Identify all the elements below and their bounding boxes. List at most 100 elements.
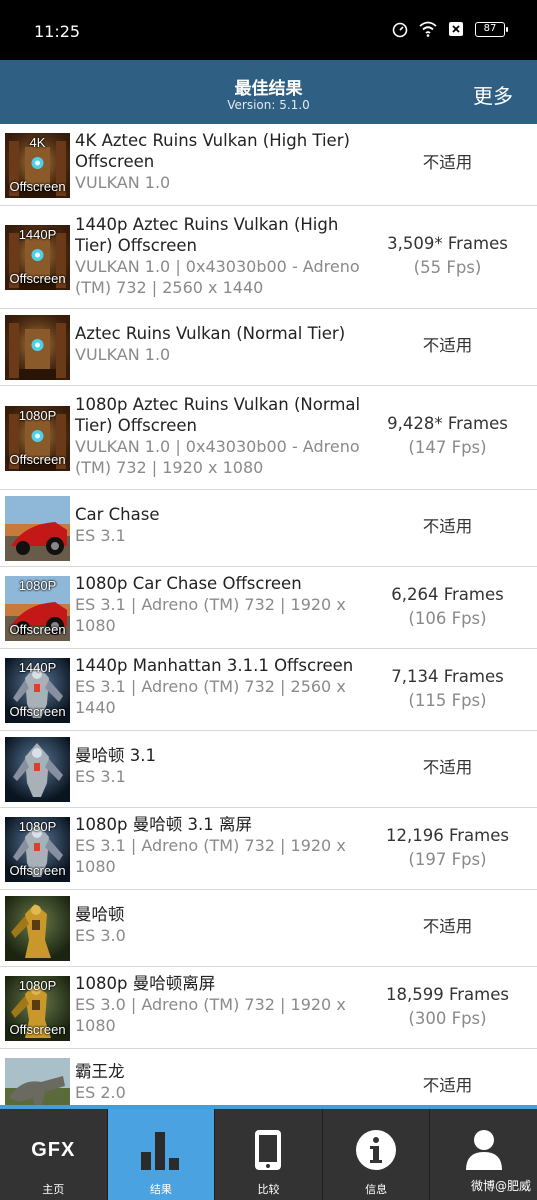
benchmark-details: VULKAN 1.0	[75, 345, 171, 364]
score-frames: 9,428* Frames	[387, 414, 508, 433]
score-fps: (197 Fps)	[408, 850, 487, 869]
benchmark-thumbnail: 4K Offscreen	[5, 133, 70, 198]
result-row[interactable]: 霸王龙 ES 2.0 不适用	[0, 1049, 537, 1105]
score-fps: (55 Fps)	[413, 258, 482, 277]
score-frames: 不适用	[422, 336, 473, 355]
score-frames: 不适用	[422, 917, 473, 936]
benchmark-details: ES 3.1	[75, 526, 126, 545]
result-score: 不适用	[360, 1074, 535, 1098]
result-row[interactable]: 1080P Offscreen 1080p 曼哈顿 3.1 离屏 ES 3.1 …	[0, 808, 537, 890]
result-info: Aztec Ruins Vulkan (Normal Tier) VULKAN …	[75, 323, 365, 365]
result-score: 18,599 Frames (300 Fps)	[360, 983, 535, 1031]
score-frames: 3,509* Frames	[387, 234, 508, 253]
result-score: 不适用	[360, 515, 535, 539]
result-row[interactable]: 曼哈顿 3.1 ES 3.1 不适用	[0, 731, 537, 808]
benchmark-thumbnail: 1440P Offscreen	[5, 658, 70, 723]
benchmark-name: 曼哈顿 3.1	[75, 746, 156, 765]
result-row[interactable]: 1440P Offscreen 1440p Aztec Ruins Vulkan…	[0, 206, 537, 309]
alarm-icon	[392, 22, 408, 38]
tab-compare[interactable]: 比较	[215, 1109, 323, 1200]
thumbnail-offscreen-label: Offscreen	[9, 452, 66, 467]
result-row[interactable]: 1080P Offscreen 1080p Aztec Ruins Vulkan…	[0, 386, 537, 490]
tab-results[interactable]: 结果	[107, 1109, 216, 1200]
score-frames: 18,599 Frames	[386, 985, 509, 1004]
tab-info-label: 信息	[365, 1183, 388, 1196]
benchmark-name: 1440p Manhattan 3.1.1 Offscreen	[75, 656, 354, 675]
result-score: 不适用	[360, 151, 535, 175]
results-list[interactable]: 4K Offscreen 4K Aztec Ruins Vulkan (High…	[0, 124, 537, 1105]
benchmark-details: ES 3.0	[75, 926, 126, 945]
result-score: 不适用	[360, 915, 535, 939]
score-fps: (106 Fps)	[408, 609, 487, 628]
result-row[interactable]: 1080P Offscreen 1080p Car Chase Offscree…	[0, 567, 537, 649]
status-bar: 11:25 87	[0, 0, 537, 60]
sim-off-icon	[449, 22, 463, 36]
thumbnail-offscreen-label: Offscreen	[9, 271, 66, 286]
benchmark-thumbnail	[5, 737, 70, 802]
score-frames: 不适用	[422, 153, 473, 172]
result-row[interactable]: Aztec Ruins Vulkan (Normal Tier) VULKAN …	[0, 309, 537, 386]
score-fps: (300 Fps)	[408, 1009, 487, 1028]
result-row[interactable]: Car Chase ES 3.1 不适用	[0, 490, 537, 567]
tab-user[interactable]: 微博@肥威	[430, 1109, 537, 1200]
benchmark-name: Aztec Ruins Vulkan (Normal Tier)	[75, 324, 346, 343]
benchmark-thumbnail: 1080P Offscreen	[5, 406, 70, 471]
result-score: 9,428* Frames (147 Fps)	[360, 412, 535, 460]
score-frames: 6,264 Frames	[391, 585, 504, 604]
thumbnail-resolution-label: 1080P	[18, 578, 57, 593]
score-fps: (147 Fps)	[408, 438, 487, 457]
benchmark-thumbnail: 1080P Offscreen	[5, 817, 70, 882]
thumbnail-resolution-label: 1080P	[18, 978, 57, 993]
result-info: 1080p Car Chase Offscreen ES 3.1 | Adren…	[75, 573, 365, 636]
benchmark-name: 1080p 曼哈顿离屏	[75, 974, 216, 993]
more-button[interactable]: 更多	[473, 80, 513, 109]
benchmark-thumbnail	[5, 1058, 70, 1105]
thumbnail-offscreen-label: Offscreen	[9, 1022, 66, 1037]
result-info: 1440p Aztec Ruins Vulkan (High Tier) Off…	[75, 214, 365, 298]
benchmark-details: ES 3.0 | Adreno (TM) 732 | 1920 x 1080	[75, 995, 346, 1035]
benchmark-name: 4K Aztec Ruins Vulkan (High Tier) Offscr…	[75, 131, 350, 171]
benchmark-details: ES 2.0	[75, 1083, 126, 1102]
benchmark-thumbnail	[5, 896, 70, 961]
result-info: 4K Aztec Ruins Vulkan (High Tier) Offscr…	[75, 130, 365, 193]
phone-icon	[255, 1130, 282, 1170]
thumbnail-offscreen-label: Offscreen	[9, 704, 66, 719]
result-score: 不适用	[360, 756, 535, 780]
tab-compare-label: 比较	[257, 1183, 280, 1196]
benchmark-name: 1080p Car Chase Offscreen	[75, 574, 302, 593]
score-frames: 7,134 Frames	[391, 667, 504, 686]
benchmark-thumbnail: 1440P Offscreen	[5, 225, 70, 290]
result-row[interactable]: 1080P Offscreen 1080p 曼哈顿离屏 ES 3.0 | Adr…	[0, 967, 537, 1049]
wifi-icon	[419, 21, 437, 37]
tab-home[interactable]: GFX 主页	[0, 1109, 108, 1200]
watermark: 微博@肥威	[470, 1179, 531, 1193]
score-frames: 12,196 Frames	[386, 826, 509, 845]
benchmark-details: VULKAN 1.0 | 0x43030b00 - Adreno (TM) 73…	[75, 257, 360, 297]
tab-info[interactable]: 信息	[323, 1109, 431, 1200]
score-fps: (115 Fps)	[408, 691, 487, 710]
result-score: 6,264 Frames (106 Fps)	[360, 583, 535, 631]
benchmark-name: 1080p 曼哈顿 3.1 离屏	[75, 815, 252, 834]
score-frames: 不适用	[422, 758, 473, 777]
benchmark-name: 1440p Aztec Ruins Vulkan (High Tier) Off…	[75, 215, 339, 255]
result-info: 曼哈顿 ES 3.0	[75, 904, 365, 946]
result-row[interactable]: 4K Offscreen 4K Aztec Ruins Vulkan (High…	[0, 124, 537, 206]
bar-chart-icon	[140, 1132, 179, 1170]
result-row[interactable]: 1440P Offscreen 1440p Manhattan 3.1.1 Of…	[0, 649, 537, 731]
thumbnail-resolution-label: 1080P	[18, 408, 57, 423]
result-row[interactable]: 曼哈顿 ES 3.0 不适用	[0, 890, 537, 967]
thumbnail-offscreen-label: Offscreen	[9, 622, 66, 637]
info-icon	[356, 1130, 397, 1170]
version-label: Version: 5.1.0	[227, 98, 310, 112]
benchmark-thumbnail	[5, 496, 70, 561]
thumbnail-resolution-label: 4K	[29, 135, 46, 150]
result-score: 3,509* Frames (55 Fps)	[360, 232, 535, 280]
benchmark-thumbnail: 1080P Offscreen	[5, 576, 70, 641]
result-score: 不适用	[360, 334, 535, 358]
benchmark-details: ES 3.1 | Adreno (TM) 732 | 1920 x 1080	[75, 595, 346, 635]
bottom-nav: GFX 主页 结果 比较 信息 微博@肥威	[0, 1105, 537, 1200]
benchmark-name: 霸王龙	[75, 1062, 125, 1081]
page-title: 最佳结果	[234, 79, 303, 99]
result-info: 曼哈顿 3.1 ES 3.1	[75, 745, 365, 787]
tab-results-label: 结果	[149, 1183, 172, 1196]
